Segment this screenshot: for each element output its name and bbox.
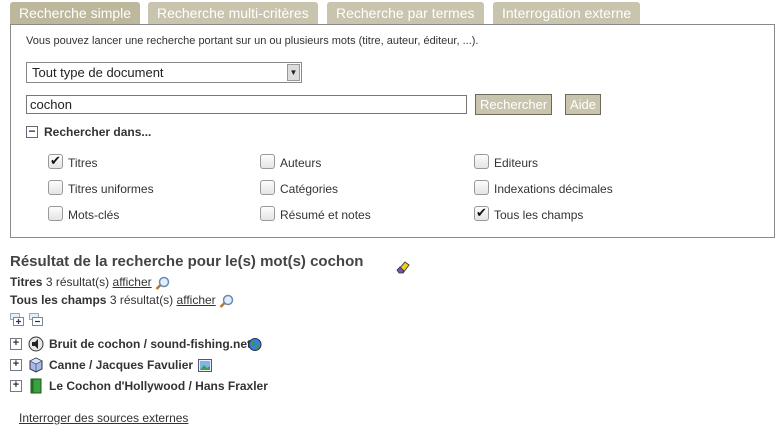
object-icon	[29, 357, 43, 373]
image-icon[interactable]	[198, 359, 212, 372]
result-field: Titres	[10, 275, 43, 289]
checkbox-categories[interactable]	[260, 180, 275, 195]
notice-title[interactable]: Canne / Jacques Favulier	[49, 358, 193, 372]
globe-icon[interactable]	[248, 338, 262, 351]
dropdown-arrow-icon[interactable]: ▼	[287, 64, 300, 81]
checkbox-tous-les-champs[interactable]: ✔	[474, 206, 489, 221]
search-button[interactable]: Rechercher	[475, 94, 553, 115]
notice-item[interactable]: + Canne / Jacques Favulier	[10, 357, 280, 373]
result-field: Tous les champs	[10, 293, 107, 307]
notice-item[interactable]: + Le Cochon d'Hollywood / Hans Fraxler	[10, 378, 280, 394]
magnifier-icon[interactable]	[219, 294, 235, 308]
field-label: Mots-clés	[68, 208, 120, 222]
show-results-link[interactable]: afficher	[177, 293, 216, 307]
tab-recherche-multi-criteres[interactable]: Recherche multi-critères	[148, 2, 318, 25]
field-label: Catégories	[280, 182, 339, 196]
search-in-label[interactable]: Rechercher dans...	[44, 125, 151, 139]
checkbox-titres-uniformes[interactable]	[48, 180, 63, 195]
expand-icon[interactable]: +	[10, 380, 22, 392]
result-line-tous-les-champs: Tous les champs 3 résultat(s) afficher	[10, 293, 235, 308]
checkbox-titres[interactable]: ✔	[48, 154, 63, 169]
results-title: Résultat de la recherche pour le(s) mot(…	[10, 253, 364, 270]
expand-icon[interactable]: +	[10, 338, 22, 350]
field-label: Indexations décimales	[494, 182, 613, 196]
checkbox-editeurs[interactable]	[474, 154, 489, 169]
checkbox-mots-cles[interactable]	[48, 206, 63, 221]
eraser-icon[interactable]	[395, 258, 411, 274]
notice-title[interactable]: Le Cochon d'Hollywood / Hans Fraxler	[49, 379, 268, 393]
field-label: Titres uniformes	[68, 182, 154, 196]
field-label: Editeurs	[494, 156, 539, 170]
doc-type-value: Tout type de document	[32, 65, 164, 80]
notice-title[interactable]: Bruit de cochon / sound-fishing.net	[49, 337, 251, 351]
sound-icon	[28, 336, 44, 352]
field-label: Tous les champs	[494, 208, 584, 222]
help-button[interactable]: Aide	[565, 94, 602, 115]
book-icon	[30, 378, 42, 394]
collapse-all-icon[interactable]	[29, 312, 44, 327]
field-label: Auteurs	[280, 156, 322, 170]
tab-recherche-par-termes[interactable]: Recherche par termes	[327, 2, 484, 25]
magnifier-icon[interactable]	[155, 276, 171, 290]
field-label: Titres	[68, 156, 98, 170]
tab-recherche-simple[interactable]: Recherche simple	[10, 2, 141, 26]
search-intro: Vous pouvez lancer une recherche portant…	[26, 35, 479, 47]
result-count: 3 résultat(s)	[45, 275, 110, 289]
expand-all-icon[interactable]	[10, 312, 25, 327]
checkbox-indexations[interactable]	[474, 180, 489, 195]
show-results-link[interactable]: afficher	[113, 275, 152, 289]
checkbox-resume[interactable]	[260, 206, 275, 221]
search-input[interactable]	[26, 95, 467, 114]
field-label: Résumé et notes	[280, 208, 371, 222]
expand-icon[interactable]: +	[10, 359, 22, 371]
tab-interrogation-externe[interactable]: Interrogation externe	[493, 2, 641, 25]
notice-item[interactable]: + Bruit de cochon / sound-fishing.net	[10, 336, 280, 352]
doc-type-select[interactable]: Tout type de document ▼	[26, 62, 302, 83]
collapse-icon[interactable]: −	[26, 125, 38, 138]
result-count: 3 résultat(s)	[109, 293, 174, 307]
search-panel: Vous pouvez lancer une recherche portant…	[10, 24, 775, 238]
result-line-titres: Titres 3 résultat(s) afficher	[10, 275, 171, 290]
checkbox-auteurs[interactable]	[260, 154, 275, 169]
external-sources-link[interactable]: Interroger des sources externes	[19, 411, 188, 425]
